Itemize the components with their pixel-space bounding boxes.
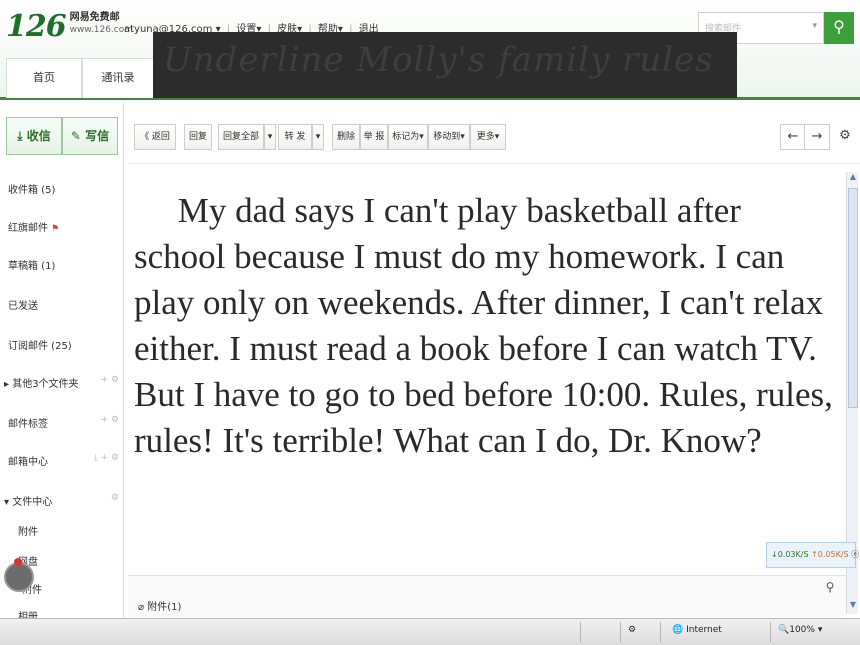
arrow-right-icon: → bbox=[811, 129, 823, 144]
divider bbox=[580, 622, 581, 642]
report-button[interactable]: 举 报 bbox=[360, 124, 388, 150]
forward-button[interactable]: 转 发 bbox=[278, 124, 312, 150]
add-settings-icon[interactable]: ⤓ + ⚙ bbox=[94, 453, 119, 463]
avatar[interactable] bbox=[4, 562, 34, 592]
previous-message-button[interactable]: ← bbox=[780, 124, 806, 150]
sidebar-item-sent[interactable]: 已发送 bbox=[8, 297, 38, 312]
back-button[interactable]: 《 返回 bbox=[134, 124, 176, 150]
title-banner: Underline Molly's family rules bbox=[153, 32, 737, 98]
delete-button[interactable]: 删除 bbox=[332, 124, 360, 150]
compose-button[interactable]: ✎ 写信 bbox=[62, 117, 118, 155]
divider bbox=[770, 622, 771, 642]
sidebar-item-flagged[interactable]: 红旗邮件 ⚑ bbox=[8, 219, 59, 234]
sidebar-item-subscriptions[interactable]: 订阅邮件 (25) bbox=[8, 337, 72, 352]
upload-speed: ↑0.05K/S bbox=[811, 550, 849, 559]
internet-zone: 🌐 Internet bbox=[672, 625, 722, 635]
add-settings-icon[interactable]: + ⚙ bbox=[101, 375, 119, 385]
edit-icon: ✎ bbox=[70, 129, 81, 143]
flag-icon: ⚑ bbox=[51, 224, 60, 234]
reply-button[interactable]: 回复 bbox=[184, 124, 212, 150]
chevron-down-icon: ▾ bbox=[267, 132, 273, 142]
divider bbox=[620, 622, 621, 642]
sidebar-item-mail-center[interactable]: 邮箱中心 bbox=[8, 453, 48, 468]
compose-label: 写信 bbox=[85, 129, 110, 143]
settings-button[interactable]: ⚙ bbox=[832, 124, 858, 150]
divider bbox=[660, 622, 661, 642]
zone-label: Internet bbox=[686, 625, 722, 635]
compose-row: ⤓ 收信 ✎ 写信 bbox=[6, 117, 118, 155]
message-area: My dad says I can't play basketball afte… bbox=[128, 170, 846, 570]
zoom-control[interactable]: 🔍100% ▾ bbox=[778, 625, 822, 635]
search-button[interactable]: ⚲ bbox=[824, 12, 854, 44]
notification-dot bbox=[14, 558, 22, 566]
sidebar-item-file-center[interactable]: ▾ 文件中心 bbox=[4, 493, 52, 508]
more-button[interactable]: 更多▾ bbox=[470, 124, 506, 150]
attachment-label: 附件(1) bbox=[147, 602, 182, 613]
gear-icon: ⚙ bbox=[839, 128, 851, 143]
forward-dropdown[interactable]: ▾ bbox=[312, 124, 324, 150]
sidebar: ⤓ 收信 ✎ 写信 收件箱 (5) 红旗邮件 ⚑ 草稿箱 (1) 已发送 订阅邮件… bbox=[0, 103, 124, 618]
receive-mail-label: 收信 bbox=[26, 129, 51, 143]
attachment-bar: ⌀ 附件(1) ⚲ bbox=[128, 575, 846, 617]
app-header: 126 网易免费邮 www.126.com atyuna@126.com ▾ |… bbox=[0, 0, 860, 100]
message-body: My dad says I can't play basketball afte… bbox=[134, 188, 834, 464]
sidebar-item-album[interactable]: 相册 bbox=[18, 608, 38, 618]
receive-mail-button[interactable]: ⤓ 收信 bbox=[6, 117, 62, 155]
arrow-left-icon: ← bbox=[787, 129, 799, 144]
sidebar-item-inbox[interactable]: 收件箱 (5) bbox=[8, 181, 55, 196]
sidebar-item-label: 红旗邮件 bbox=[8, 223, 48, 234]
sidebar-item-other-folders[interactable]: ▸ 其他3个文件夹 bbox=[4, 375, 79, 390]
reply-all-button[interactable]: 回复全部 bbox=[218, 124, 264, 150]
magnifier-icon: 🔍 bbox=[778, 625, 790, 635]
paperclip-icon: ⌀ bbox=[138, 602, 148, 613]
sidebar-item-drafts[interactable]: 草稿箱 (1) bbox=[8, 257, 55, 272]
tab-home[interactable]: 首页 bbox=[6, 58, 82, 98]
gear-icon[interactable]: ⚙ bbox=[111, 493, 119, 503]
message-toolbar: 《 返回 回复 回复全部 ▾ 转 发 ▾ 删除 举 报 标记为▾ 移动到▾ 更多… bbox=[128, 110, 860, 164]
mark-as-button[interactable]: 标记为▾ bbox=[388, 124, 428, 150]
logo-number: 126 bbox=[6, 9, 67, 44]
chevron-down-icon: ▾ bbox=[315, 132, 321, 142]
logo[interactable]: 126 网易免费邮 www.126.com bbox=[6, 10, 133, 44]
next-message-button[interactable]: → bbox=[804, 124, 830, 150]
globe-icon: 🌐 bbox=[672, 625, 684, 635]
move-to-button[interactable]: 移动到▾ bbox=[428, 124, 470, 150]
sidebar-item-labels[interactable]: 邮件标签 bbox=[8, 415, 48, 430]
zoom-level: 100% bbox=[789, 625, 815, 635]
message-text: My dad says I can't play basketball afte… bbox=[134, 191, 833, 460]
search-icon: ⚲ bbox=[833, 17, 845, 36]
tab-contacts[interactable]: 通讯录 bbox=[82, 58, 154, 98]
download-speed: ↓0.03K/S bbox=[771, 550, 809, 559]
chevron-down-icon[interactable]: ▾ bbox=[812, 21, 817, 31]
security-icon: ⚙ bbox=[628, 625, 637, 635]
network-speed-badge: ↓0.03K/S ↑0.05K/S ⓔ bbox=[766, 542, 860, 568]
browser-status-bar: ⚙ 🌐 Internet 🔍100% ▾ bbox=[0, 618, 860, 645]
sidebar-item-attachments[interactable]: 附件 bbox=[18, 523, 38, 538]
scroll-thumb[interactable] bbox=[848, 188, 858, 408]
attachment-link[interactable]: ⌀ 附件(1) bbox=[138, 598, 181, 613]
title-banner-text: Underline Molly's family rules bbox=[163, 40, 714, 80]
scroll-down-icon[interactable]: ▼ bbox=[847, 600, 859, 614]
zoom-icon[interactable]: ⚲ bbox=[820, 580, 840, 600]
reply-all-dropdown[interactable]: ▾ bbox=[264, 124, 276, 150]
add-settings-icon[interactable]: + ⚙ bbox=[101, 415, 119, 425]
download-icon: ⤓ bbox=[17, 129, 23, 143]
scroll-up-icon[interactable]: ▲ bbox=[847, 172, 859, 186]
ie-icon: ⓔ bbox=[851, 550, 860, 559]
